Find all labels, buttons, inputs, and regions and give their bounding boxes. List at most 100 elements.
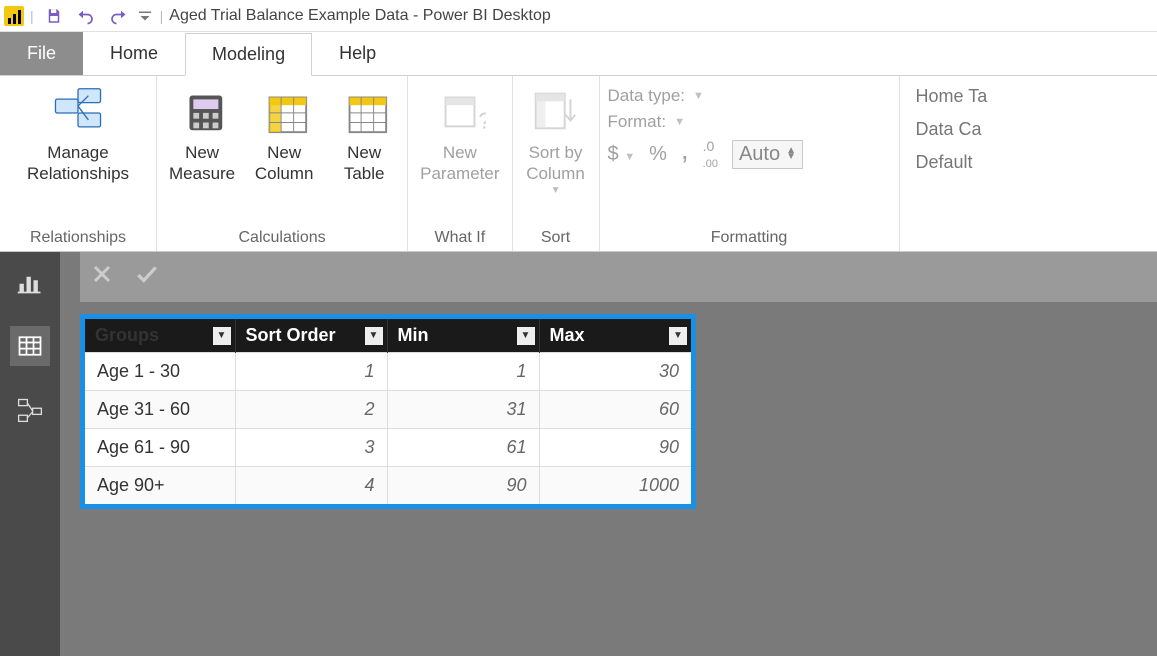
currency-icon: $ <box>608 143 619 165</box>
new-table-button[interactable]: New Table <box>329 80 399 185</box>
sort-by-column-button[interactable]: Sort by Column ▼ <box>521 80 591 197</box>
ribbon-group-calculations: New Measure New Column New Table Calcula… <box>157 76 408 251</box>
cell-min: 1 <box>387 353 539 391</box>
filter-dropdown-icon[interactable]: ▼ <box>669 327 687 345</box>
column-header-max[interactable]: Max ▼ <box>539 319 691 353</box>
table-icon <box>338 84 390 136</box>
undo-button[interactable] <box>72 2 100 30</box>
column-header-sort-order[interactable]: Sort Order ▼ <box>235 319 387 353</box>
column-header-min[interactable]: Min ▼ <box>387 319 539 353</box>
chevron-down-icon: ▼ <box>674 116 685 128</box>
cancel-formula-button[interactable] <box>90 262 114 293</box>
data-view-button[interactable] <box>10 326 50 366</box>
titlebar: | | Aged Trial Balance Example Data - Po… <box>0 0 1157 32</box>
decimal-places-input[interactable]: Auto ▲▼ <box>732 140 803 169</box>
bar-chart-icon <box>16 268 44 296</box>
save-button[interactable] <box>40 2 68 30</box>
ribbon-tabs: File Home Modeling Help <box>0 32 1157 76</box>
tab-modeling[interactable]: Modeling <box>185 33 312 76</box>
cell-max: 60 <box>539 391 691 429</box>
separator: | <box>160 8 164 24</box>
manage-relationships-button[interactable]: Manage Relationships <box>8 80 148 185</box>
cell-min: 90 <box>387 467 539 505</box>
view-switcher <box>0 252 60 656</box>
undo-icon <box>77 7 95 25</box>
group-label-relationships: Relationships <box>8 225 148 249</box>
commit-formula-button[interactable] <box>134 261 160 294</box>
table-header-row: Groups ▼ Sort Order ▼ Min ▼ Max <box>85 319 691 353</box>
data-type-label: Data type: <box>608 86 686 106</box>
main-canvas: Groups ▼ Sort Order ▼ Min ▼ Max <box>60 252 1157 656</box>
qat-dropdown[interactable] <box>136 2 154 30</box>
table-row[interactable]: Age 1 - 30 1 1 30 <box>85 353 691 391</box>
formula-input[interactable] <box>180 260 1147 294</box>
new-column-button[interactable]: New Column <box>249 80 319 185</box>
column-header-groups[interactable]: Groups ▼ <box>85 319 235 353</box>
new-parameter-button[interactable]: ? New Parameter <box>416 80 503 185</box>
tab-help[interactable]: Help <box>312 32 403 75</box>
filter-dropdown-icon[interactable]: ▼ <box>213 327 231 345</box>
table-row[interactable]: Age 31 - 60 2 31 60 <box>85 391 691 429</box>
format-dropdown[interactable]: Format: ▼ <box>608 112 804 132</box>
currency-button[interactable]: $ ▼ <box>608 143 636 166</box>
relationships-icon <box>52 84 104 136</box>
new-measure-button[interactable]: New Measure <box>165 80 239 185</box>
cell-min: 61 <box>387 429 539 467</box>
check-icon <box>134 261 160 287</box>
table-icon <box>16 332 44 360</box>
column-icon <box>258 84 310 136</box>
ribbon-group-formatting: Data type: ▼ Format: ▼ $ ▼ % , .0.00 Aut… <box>600 76 900 251</box>
header-label: Sort Order <box>246 325 336 345</box>
cell-min: 31 <box>387 391 539 429</box>
ribbon: Manage Relationships Relationships New M… <box>0 76 1157 252</box>
cell-max: 90 <box>539 429 691 467</box>
group-label-whatif: What If <box>416 225 503 249</box>
chevron-down-icon <box>136 7 154 25</box>
sort-by-column-label: Sort by Column <box>526 142 585 185</box>
save-icon <box>45 7 63 25</box>
filter-dropdown-icon[interactable]: ▼ <box>365 327 383 345</box>
tab-home[interactable]: Home <box>83 32 185 75</box>
ribbon-group-whatif: ? New Parameter What If <box>408 76 512 251</box>
content-area: Groups ▼ Sort Order ▼ Min ▼ Max <box>0 252 1157 656</box>
report-view-button[interactable] <box>10 262 50 302</box>
new-column-label: New Column <box>255 142 314 185</box>
percent-button[interactable]: % <box>649 143 667 166</box>
new-parameter-label: New Parameter <box>420 142 499 185</box>
close-icon <box>90 262 114 286</box>
group-label-sort: Sort <box>521 225 591 249</box>
cell-max: 30 <box>539 353 691 391</box>
data-type-dropdown[interactable]: Data type: ▼ <box>608 86 804 106</box>
cell-group: Age 1 - 30 <box>85 353 235 391</box>
model-view-button[interactable] <box>10 390 50 430</box>
table-row[interactable]: Age 90+ 4 90 1000 <box>85 467 691 505</box>
filter-dropdown-icon[interactable]: ▼ <box>517 327 535 345</box>
data-category-dropdown[interactable]: Data Ca <box>916 119 988 140</box>
cell-max: 1000 <box>539 467 691 505</box>
new-table-label: New Table <box>344 142 385 185</box>
window-title: Aged Trial Balance Example Data - Power … <box>169 7 551 25</box>
manage-relationships-label: Manage Relationships <box>27 142 129 185</box>
data-category-label: Data Ca <box>916 119 982 139</box>
default-dropdown[interactable]: Default <box>916 152 988 173</box>
redo-icon <box>109 7 127 25</box>
redo-button[interactable] <box>104 2 132 30</box>
chevron-down-icon: ▼ <box>551 185 561 198</box>
cell-sort: 4 <box>235 467 387 505</box>
home-table-label: Home Ta <box>916 86 988 106</box>
cell-group: Age 31 - 60 <box>85 391 235 429</box>
table-row[interactable]: Age 61 - 90 3 61 90 <box>85 429 691 467</box>
group-label-calculations: Calculations <box>165 225 399 249</box>
spinner-icon: ▲▼ <box>786 148 796 160</box>
model-icon <box>16 396 44 424</box>
group-label-formatting: Formatting <box>608 225 891 249</box>
ribbon-group-sort: Sort by Column ▼ Sort <box>513 76 600 251</box>
home-table-dropdown[interactable]: Home Ta <box>916 86 988 107</box>
cell-sort: 3 <box>235 429 387 467</box>
tab-file[interactable]: File <box>0 32 83 75</box>
parameter-icon: ? <box>434 84 486 136</box>
thousands-button[interactable]: , <box>681 134 689 166</box>
cell-group: Age 90+ <box>85 467 235 505</box>
chevron-down-icon: ▼ <box>693 90 704 102</box>
formula-bar <box>80 252 1157 302</box>
